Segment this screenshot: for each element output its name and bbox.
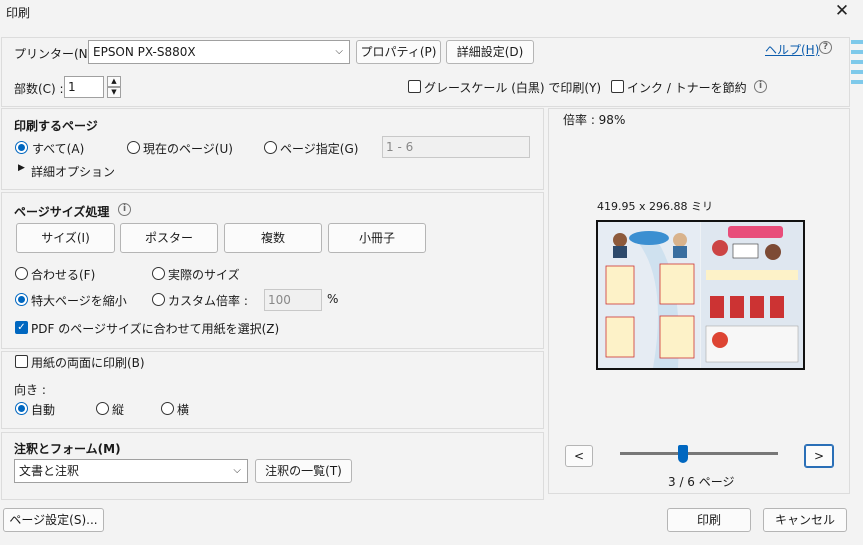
pages-all-label: すべて(A) [32, 142, 85, 156]
percent-label: % [327, 292, 339, 306]
page-counter: 3 / 6 ページ [668, 475, 735, 489]
multiple-button[interactable]: 複数 [224, 223, 322, 253]
next-page-button[interactable]: > [804, 444, 834, 468]
spin-up-icon[interactable]: ▲ [107, 76, 121, 87]
spin-down-icon[interactable]: ▼ [107, 87, 121, 98]
save-ink-label: インク / トナーを節約 [627, 81, 747, 95]
orientation-auto-radio[interactable] [15, 402, 28, 415]
orientation-portrait-radio[interactable] [96, 402, 109, 415]
annotations-select[interactable]: 文書と注釈 ⌵ [14, 459, 248, 483]
preview-scale: 倍率 : 98% [563, 113, 626, 127]
custom-scale-input[interactable]: 100 [264, 289, 322, 311]
printer-select[interactable]: EPSON PX-S880X ⌵ [88, 40, 350, 64]
booklet-button[interactable]: 小冊子 [328, 223, 426, 253]
copies-label: 部数(C) : [14, 82, 64, 96]
annotations-selected: 文書と注釈 [19, 464, 80, 478]
grayscale-checkbox[interactable] [408, 80, 421, 93]
info-icon[interactable]: i [118, 203, 131, 216]
previous-page-button[interactable]: < [565, 445, 593, 467]
annotations-heading: 注釈とフォーム(M) [14, 442, 121, 456]
background-edge [851, 40, 863, 510]
window-title: 印刷 [6, 6, 31, 20]
help-icon[interactable]: ? [819, 41, 832, 54]
preview-illustration [598, 222, 803, 368]
pages-heading: 印刷するページ [14, 119, 98, 133]
actual-size-radio[interactable] [152, 267, 165, 280]
title-bar [0, 0, 863, 24]
pages-current-label: 現在のページ(U) [143, 142, 233, 156]
copies-input[interactable]: 1 [64, 76, 104, 98]
print-button[interactable]: 印刷 [667, 508, 751, 532]
cancel-button[interactable]: キャンセル [763, 508, 847, 532]
annotation-summary-button[interactable]: 注釈の一覧(T) [255, 459, 352, 483]
page-preview-image [596, 220, 805, 370]
orientation-portrait-label: 縦 [112, 403, 125, 417]
shrink-label: 特大ページを縮小 [31, 294, 127, 308]
both-sides-checkbox[interactable] [15, 355, 28, 368]
page-range-input[interactable]: 1 - 6 [382, 136, 530, 158]
poster-button[interactable]: ポスター [120, 223, 218, 253]
more-options-toggle[interactable]: 詳細オプション [31, 163, 115, 180]
custom-scale-radio[interactable] [152, 293, 165, 306]
custom-scale-label: カスタム倍率 : [168, 294, 248, 308]
page-size-heading: ページサイズ処理 [14, 205, 110, 219]
orientation-auto-label: 自動 [31, 403, 56, 417]
page-slider-track[interactable] [620, 452, 778, 455]
pages-specify-label: ページ指定(G) [280, 142, 359, 156]
grayscale-label: グレースケール (白黒) で印刷(Y) [424, 81, 602, 95]
page-setup-button[interactable]: ページ設定(S)... [3, 508, 104, 532]
orientation-label: 向き : [14, 383, 46, 397]
chevron-down-icon: ⌵ [335, 46, 343, 57]
pdf-paper-label: PDF のページサイズに合わせて用紙を選択(Z) [31, 322, 280, 336]
info-icon[interactable]: i [754, 80, 767, 93]
orientation-landscape-radio[interactable] [161, 402, 174, 415]
both-sides-label: 用紙の両面に印刷(B) [31, 356, 145, 370]
chevron-down-icon: ⌵ [233, 465, 241, 476]
fit-radio[interactable] [15, 267, 28, 280]
page-slider-thumb[interactable] [678, 445, 689, 463]
fit-label: 合わせる(F) [31, 268, 96, 282]
pages-all-radio[interactable] [15, 141, 28, 154]
shrink-radio[interactable] [15, 293, 28, 306]
pages-specify-radio[interactable] [264, 141, 277, 154]
size-button[interactable]: サイズ(I) [16, 223, 115, 253]
pages-current-radio[interactable] [127, 141, 140, 154]
expand-triangle-icon[interactable]: ▶ [18, 163, 25, 173]
preview-dimensions: 419.95 x 296.88 ミリ [597, 200, 713, 213]
actual-size-label: 実際のサイズ [168, 268, 240, 282]
close-icon[interactable]: ✕ [832, 1, 852, 21]
save-ink-checkbox[interactable] [611, 80, 624, 93]
pdf-paper-checkbox[interactable]: ✓ [15, 321, 28, 334]
properties-button[interactable]: プロパティ(P) [356, 40, 441, 64]
advanced-button[interactable]: 詳細設定(D) [446, 40, 534, 64]
orientation-landscape-label: 横 [177, 403, 190, 417]
help-link[interactable]: ヘルプ(H) [765, 41, 819, 58]
printer-selected: EPSON PX-S880X [93, 45, 196, 59]
